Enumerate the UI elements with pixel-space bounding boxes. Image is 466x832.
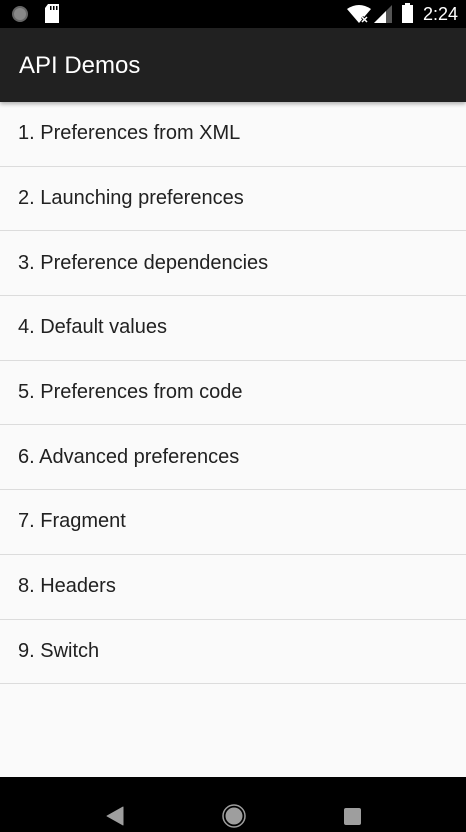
navigation-bar (0, 777, 466, 832)
list-item-label: 3. Preference dependencies (18, 251, 269, 274)
sd-card-icon (45, 4, 59, 23)
list-item[interactable]: 4. Default values (0, 296, 466, 361)
list-item[interactable]: 3. Preference dependencies (0, 231, 466, 297)
list-item-label: 2. Launching preferences (18, 187, 244, 210)
list-item[interactable]: 2. Launching preferences (0, 167, 466, 232)
list-item-label: 7. Fragment (18, 510, 126, 533)
list-item[interactable]: 6. Advanced preferences (0, 425, 466, 491)
list-item[interactable]: 1. Preferences from XML (0, 102, 466, 167)
cell-signal-icon (374, 5, 392, 23)
battery-icon (402, 3, 413, 23)
app-bar: API Demos (0, 28, 466, 102)
list-item[interactable]: 7. Fragment (0, 490, 466, 555)
list-item-label: 4. Default values (18, 316, 167, 339)
sync-icon (12, 6, 28, 22)
list-item[interactable]: 5. Preferences from code (0, 361, 466, 426)
list-item[interactable]: 8. Headers (0, 555, 466, 620)
list-item-label: 8. Headers (18, 575, 116, 598)
preference-list: 1. Preferences from XML 2. Launching pre… (0, 102, 466, 685)
clock: 2:24 (422, 4, 458, 24)
status-bar: 2:24 (0, 0, 466, 28)
page-title: API Demos (19, 52, 141, 79)
list-item-label: 9. Switch (18, 639, 100, 662)
list-item[interactable]: 9. Switch (0, 620, 466, 685)
wifi-no-internet-icon (347, 5, 371, 23)
list-item-label: 6. Advanced preferences (18, 445, 240, 468)
list-item-label: 5. Preferences from code (18, 381, 243, 404)
list-item-label: 1. Preferences from XML (18, 122, 241, 145)
home-icon[interactable] (222, 804, 246, 828)
recents-icon[interactable] (344, 808, 361, 825)
back-icon[interactable] (106, 806, 124, 826)
